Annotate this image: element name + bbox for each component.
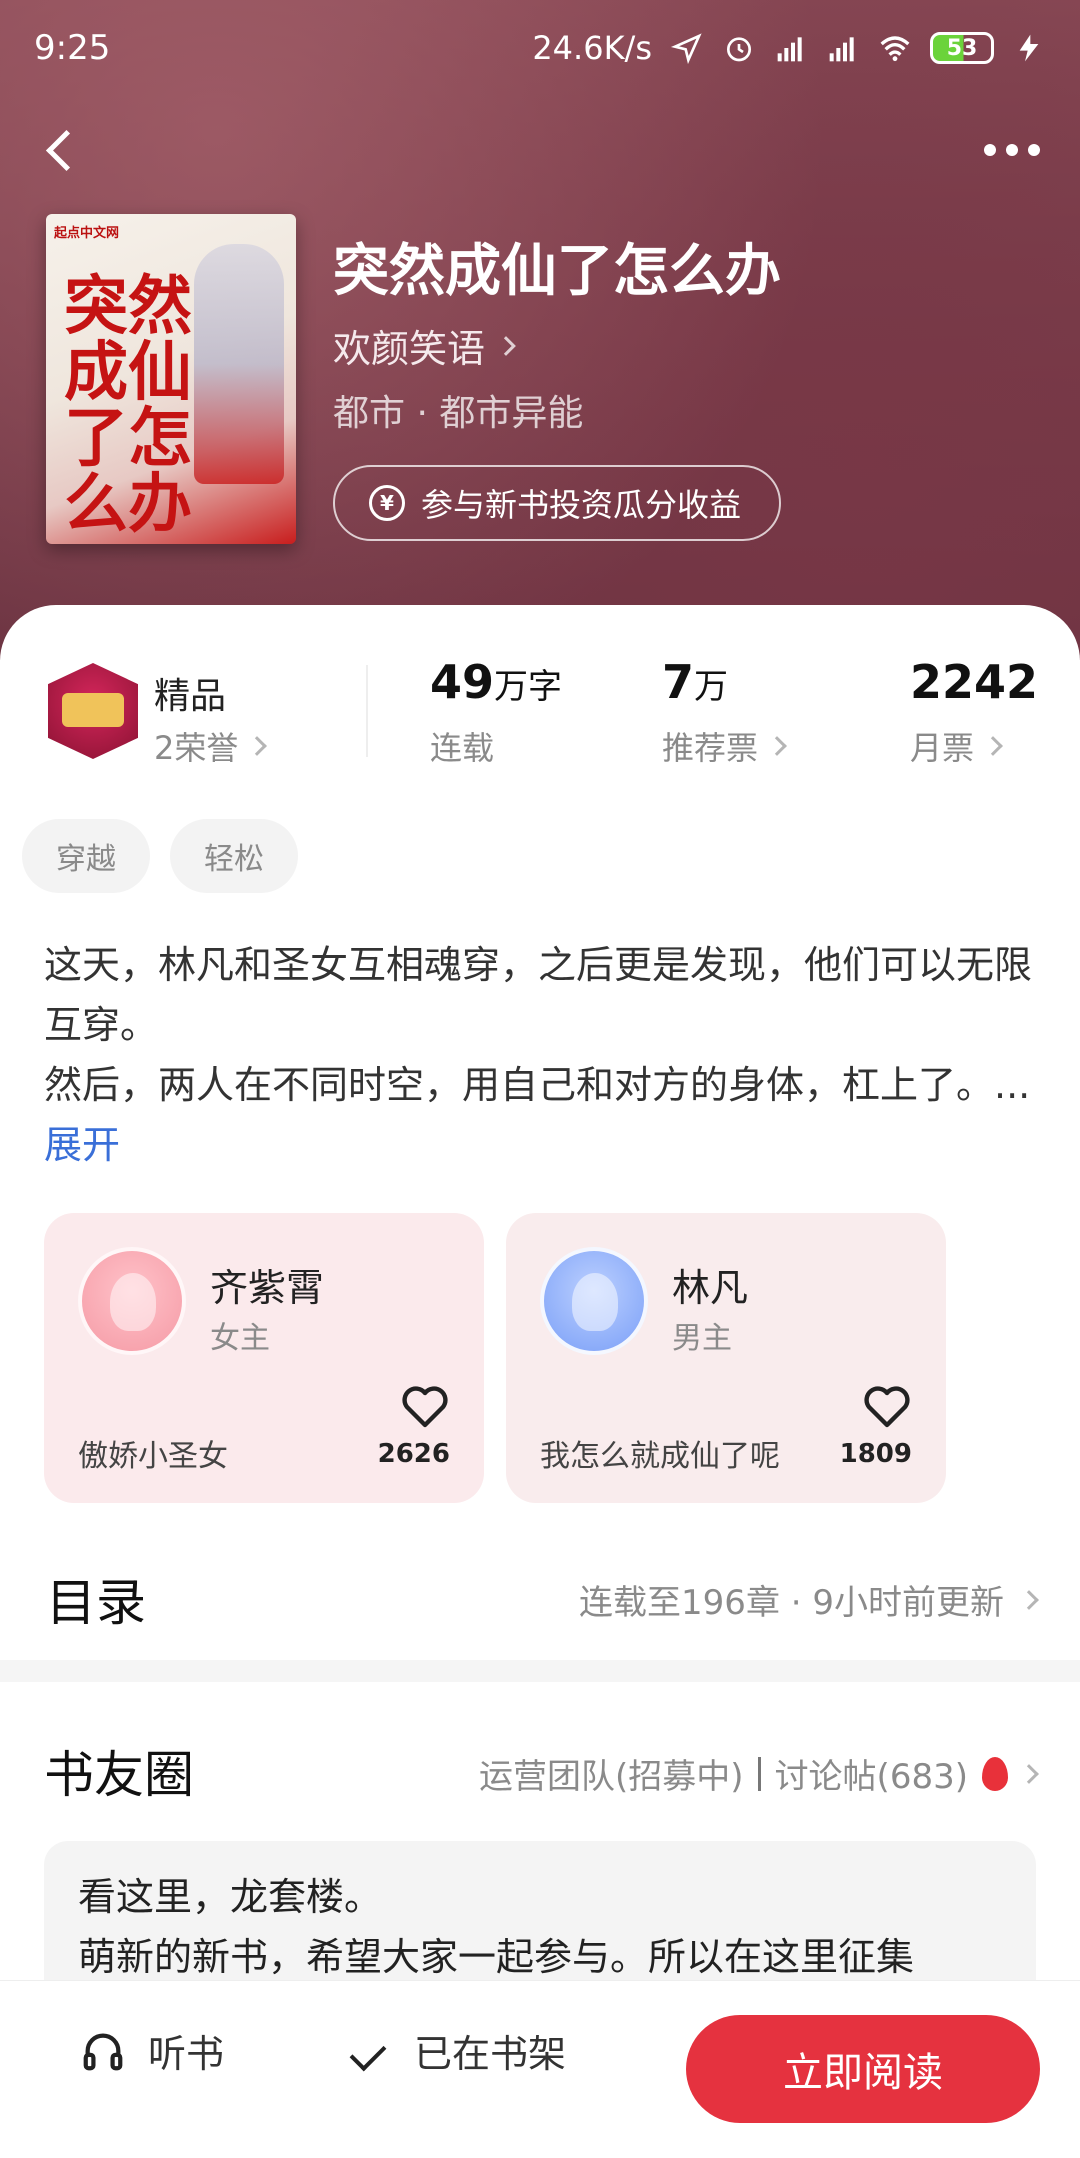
book-cover[interactable]: 起点中文网 突然成仙了怎么办 (46, 214, 296, 544)
check-icon (352, 2031, 392, 2071)
character-role: 女主 (210, 1321, 270, 1356)
chevron-right-icon (1019, 1589, 1039, 1610)
avatar (78, 1247, 186, 1355)
charging-icon (1019, 34, 1039, 62)
status-bar: 9:25 24.6K/s 53 (0, 0, 1080, 96)
status-time: 9:25 (34, 28, 111, 68)
honor-badge-icon[interactable] (48, 663, 138, 759)
section-divider (0, 1660, 1080, 1682)
honor-link[interactable]: 2荣誉 (154, 723, 268, 769)
recommend-votes[interactable]: 7万 (662, 655, 728, 709)
status-indicators: 24.6K/s 53 (532, 29, 1046, 67)
book-hero-header: 9:25 24.6K/s 53 起点中文网 突然成仙了怎么办 突然成仙了怎么办 … (0, 0, 1080, 660)
tag-chip[interactable]: 穿越 (22, 819, 150, 893)
bookshelf-label: 已在书架 (414, 2032, 567, 2076)
club-title: 书友圈 (44, 1746, 194, 1804)
net-speed: 24.6K/s (532, 29, 652, 67)
character-card[interactable]: 林凡 男主 我怎么就成仙了呢 1809 (506, 1213, 946, 1503)
character-name: 齐紫霄 (210, 1266, 325, 1310)
recommend-label: 推荐票 (662, 729, 759, 767)
character-name: 林凡 (672, 1266, 749, 1310)
book-detail-sheet: 精品 2荣誉 49万字 连载 7万 推荐票 2242 月票 穿越 轻松 这天，林… (0, 605, 1080, 2158)
character-role: 男主 (672, 1321, 732, 1356)
book-title: 突然成仙了怎么办 (333, 238, 781, 304)
like-count: 1809 (839, 1439, 912, 1469)
yen-icon: ¥ (369, 485, 405, 521)
chevron-right-icon (496, 335, 516, 356)
recommend-num: 7 (662, 655, 695, 709)
word-count: 49万字 (430, 655, 562, 709)
toc-update-info: 连载至196章 · 9小时前更新 (579, 1583, 1004, 1623)
wifi-icon (880, 36, 910, 62)
chevron-right-icon (983, 736, 1003, 756)
club-posts[interactable]: 讨论帖(683) (775, 1749, 968, 1798)
battery-icon: 53 (930, 32, 994, 64)
nav-row (0, 110, 1080, 190)
stats-divider (366, 665, 368, 757)
club-info: 运营团队(招募中) 讨论帖(683) (479, 1749, 1039, 1798)
chevron-right-icon (767, 736, 787, 756)
post-line: 萌新的新书，希望大家一起参与。所以在这里征集 (78, 1935, 915, 1979)
avatar (540, 1247, 648, 1355)
cover-brand: 起点中文网 (54, 226, 120, 241)
book-intro[interactable]: 这天，林凡和圣女互相魂穿，之后更是发现，他们可以无限互穿。 然后，两人在不同时空… (44, 935, 1044, 1175)
heart-icon[interactable] (400, 1385, 450, 1429)
read-now-button[interactable]: 立即阅读 (686, 2015, 1040, 2123)
like-count: 2626 (377, 1439, 450, 1469)
invest-label: 参与新书投资瓜分收益 (421, 486, 742, 524)
listen-button[interactable]: 听书 (80, 2023, 224, 2078)
recommend-link[interactable]: 推荐票 (662, 723, 787, 769)
intro-line-text: 然后，两人在不同时空，用自己和对方的身体，杠上了。... (44, 1063, 1031, 1107)
author-link[interactable]: 欢颜笑语 (333, 318, 516, 373)
word-count-unit: 万字 (494, 667, 563, 707)
character-quote: 我怎么就成仙了呢 (540, 1439, 780, 1474)
recommend-unit: 万 (694, 667, 729, 707)
chevron-right-icon (247, 736, 268, 756)
word-count-num: 49 (430, 655, 495, 709)
intro-line-2: 然后，两人在不同时空，用自己和对方的身体，杠上了。... 展开 (44, 1055, 1044, 1175)
character-cards: 齐紫霄 女主 傲娇小圣女 2626 林凡 男主 我怎么就成仙了呢 1809 (44, 1213, 946, 1503)
alarm-icon (727, 37, 751, 62)
invest-button[interactable]: ¥ 参与新书投资瓜分收益 (333, 465, 781, 541)
intro-line: 这天，林凡和圣女互相魂穿，之后更是发现，他们可以无限互穿。 (44, 943, 1033, 1047)
book-genre: 都市 · 都市异能 (333, 393, 584, 434)
post-line: 看这里，龙套楼。 (78, 1875, 383, 1919)
author-name: 欢颜笑语 (333, 327, 486, 371)
listen-label: 听书 (148, 2032, 225, 2076)
club-team[interactable]: 运营团队(招募中) (479, 1749, 744, 1798)
book-club-row[interactable]: 书友圈 运营团队(招募中) 讨论帖(683) (0, 1715, 1080, 1815)
monthly-link[interactable]: 月票 (910, 723, 1003, 769)
bookshelf-button[interactable]: 已在书架 (352, 2023, 566, 2078)
signal-icon (829, 37, 854, 62)
expand-link[interactable]: 展开 (44, 1123, 120, 1167)
serial-status: 连载 (430, 729, 495, 767)
table-of-contents-row[interactable]: 目录 连载至196章 · 9小时前更新 (0, 1545, 1080, 1645)
monthly-votes[interactable]: 2242 (910, 655, 1038, 709)
heart-icon[interactable] (862, 1385, 912, 1429)
tag-chip[interactable]: 轻松 (170, 819, 298, 893)
character-card[interactable]: 齐紫霄 女主 傲娇小圣女 2626 (44, 1213, 484, 1503)
toc-title: 目录 (46, 1574, 146, 1632)
character-quote: 傲娇小圣女 (78, 1439, 228, 1474)
separator (757, 1756, 761, 1791)
fire-icon (982, 1756, 1008, 1791)
toc-info: 连载至196章 · 9小时前更新 (579, 1575, 1039, 1624)
bottom-action-bar: 听书 已在书架 立即阅读 (0, 1980, 1080, 2158)
back-icon[interactable] (40, 120, 80, 180)
location-icon (670, 33, 702, 64)
monthly-label: 月票 (910, 729, 975, 767)
more-options-icon[interactable] (984, 144, 1040, 156)
tag-list: 穿越 轻松 (22, 819, 298, 893)
honor-label: 精品 (154, 676, 227, 717)
cover-title-art: 突然成仙了怎么办 (64, 269, 192, 542)
honor-count: 2荣誉 (154, 729, 239, 767)
chevron-right-icon (1019, 1763, 1039, 1784)
signal-hd-icon (777, 37, 802, 62)
headphone-icon (83, 2033, 123, 2070)
